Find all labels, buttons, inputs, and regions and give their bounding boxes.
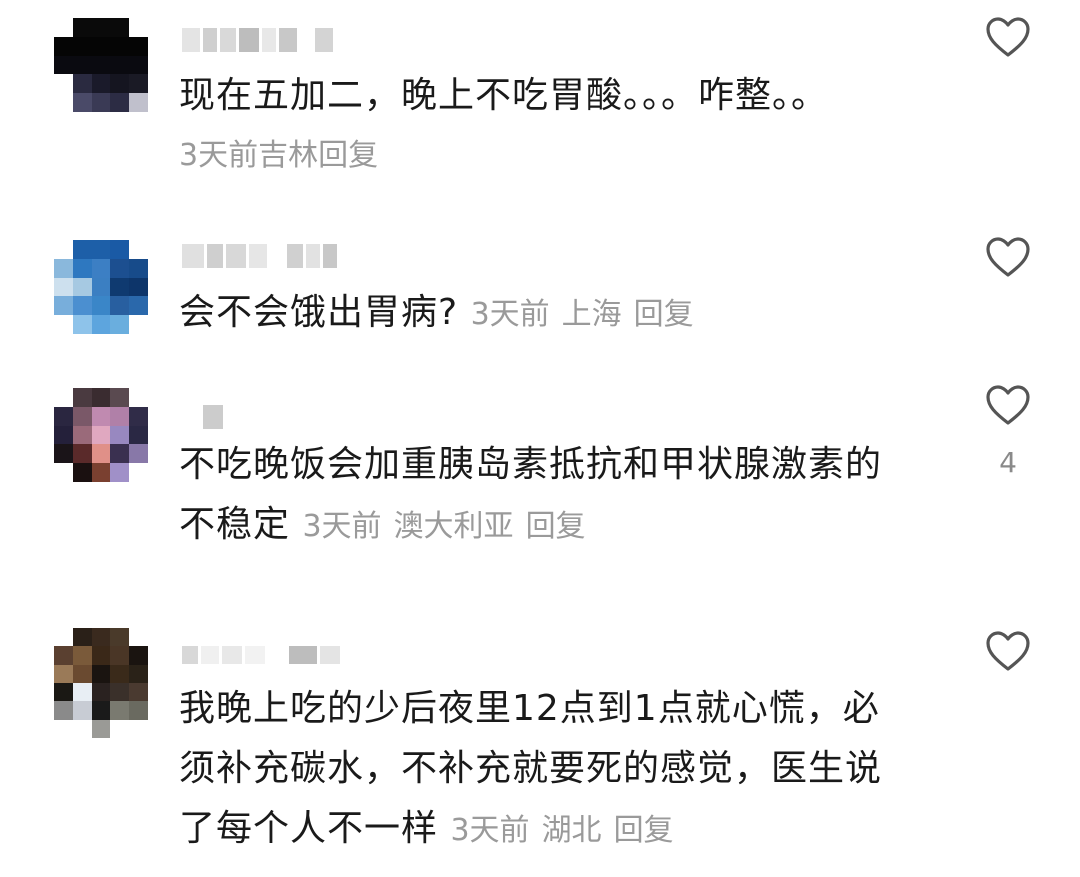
comment-meta: 3天前 澳大利亚 回复	[302, 509, 585, 544]
comment-location: 上海	[561, 297, 622, 332]
avatar[interactable]	[54, 388, 148, 482]
heart-outline-icon[interactable]	[985, 630, 1031, 672]
comment-text: 会不会饿出胃病? 3天前 上海 回复	[179, 283, 939, 345]
comment-text-line: 须补充碳水，不补充就要死的感觉，医生说	[179, 748, 883, 789]
comment-location: 湖北	[541, 813, 602, 848]
reply-button[interactable]: 回复	[614, 813, 674, 848]
comment-time: 3天前	[470, 297, 550, 332]
heart-outline-icon[interactable]	[985, 236, 1031, 278]
comment-text: 现在五加二，晚上不吃胃酸。。。咋整。。	[179, 66, 939, 126]
comment-time: 3天前	[179, 138, 259, 173]
avatar[interactable]	[54, 240, 148, 334]
comment-text: 我晚上吃的少后夜里12点到1点就心慌，必 须补充碳水，不补充就要死的感觉，医生说…	[179, 679, 939, 861]
comment-location: 吉林	[258, 138, 319, 173]
username-blurred[interactable]	[182, 244, 337, 268]
heart-outline-icon[interactable]	[985, 16, 1031, 58]
comment-time: 3天前	[302, 509, 382, 544]
comment-meta: 3天前 上海 回复	[471, 297, 694, 332]
comment-text-line-wrap: 不稳定 3天前 澳大利亚 回复	[179, 495, 939, 557]
like-count: 4	[999, 446, 1017, 479]
comment-text-line-wrap: 了每个人不一样 3天前 湖北 回复	[179, 799, 939, 861]
username-blurred[interactable]	[182, 405, 223, 429]
comment-text-line: 我晚上吃的少后夜里12点到1点就心慌，必	[179, 688, 880, 729]
comment-text-line: 不吃晚饭会加重胰岛素抵抗和甲状腺激素的	[179, 444, 883, 485]
comment-time: 3天前	[450, 813, 530, 848]
avatar[interactable]	[54, 18, 148, 112]
comment-text: 不吃晚饭会加重胰岛素抵抗和甲状腺激素的 不稳定 3天前 澳大利亚 回复	[179, 435, 939, 557]
comment-location: 澳大利亚	[393, 509, 514, 544]
username-blurred[interactable]	[182, 28, 333, 52]
comment-text-content: 会不会饿出胃病?	[179, 292, 459, 333]
avatar[interactable]	[54, 628, 148, 738]
reply-button[interactable]: 回复	[526, 509, 586, 544]
comment-text-content: 现在五加二，晚上不吃胃酸。。。咋整。。	[179, 75, 829, 116]
reply-button[interactable]: 回复	[318, 138, 378, 173]
comment-meta: 3天前 湖北 回复	[450, 813, 673, 848]
comment-text-line: 了每个人不一样	[179, 808, 439, 849]
reply-button[interactable]: 回复	[634, 297, 694, 332]
comment-meta: 3天前吉林回复	[179, 136, 378, 176]
username-blurred[interactable]	[182, 646, 340, 664]
comment-text-line: 不稳定	[179, 504, 291, 545]
heart-outline-icon[interactable]	[985, 384, 1031, 426]
